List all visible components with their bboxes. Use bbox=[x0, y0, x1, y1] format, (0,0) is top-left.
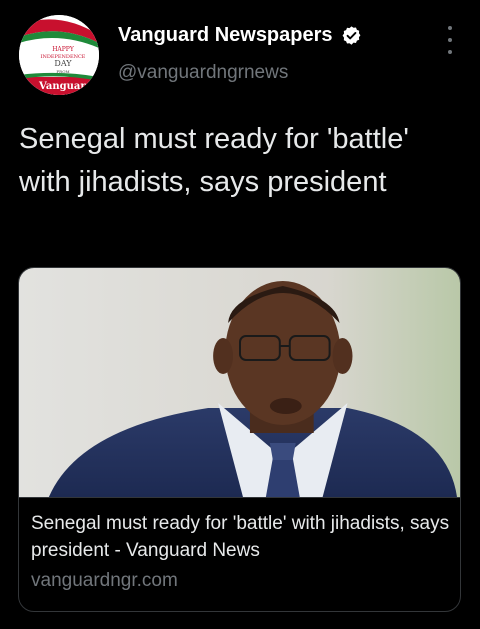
more-dot bbox=[448, 38, 452, 42]
tweet-text: Senegal must ready for 'battle' with jih… bbox=[19, 123, 409, 198]
card-domain: vanguardngr.com bbox=[31, 570, 178, 591]
avatar[interactable]: HAPPY INDEPENDENCE DAY FROM Vanguar bbox=[19, 15, 99, 95]
avatar-logo-icon: HAPPY INDEPENDENCE DAY FROM Vanguar bbox=[19, 15, 99, 95]
news-photo-icon bbox=[19, 268, 460, 497]
more-dot bbox=[448, 26, 452, 30]
card-info: Senegal must ready for 'battle' with jih… bbox=[19, 497, 460, 611]
svg-text:DAY: DAY bbox=[54, 59, 72, 68]
verified-badge-icon bbox=[342, 26, 360, 45]
author-handle[interactable]: @vanguardngrnews bbox=[118, 62, 288, 84]
more-dot bbox=[448, 50, 452, 54]
svg-text:Vanguar: Vanguar bbox=[38, 81, 86, 92]
card-title[interactable]: Senegal must ready for 'battle' with jih… bbox=[31, 510, 451, 564]
svg-text:HAPPY: HAPPY bbox=[52, 46, 75, 53]
author-name[interactable]: Vanguard Newspapers bbox=[118, 24, 362, 47]
link-card[interactable]: Senegal must ready for 'battle' with jih… bbox=[18, 267, 461, 612]
more-options-icon[interactable] bbox=[440, 26, 460, 54]
author-name-label: Vanguard Newspapers bbox=[118, 24, 333, 46]
